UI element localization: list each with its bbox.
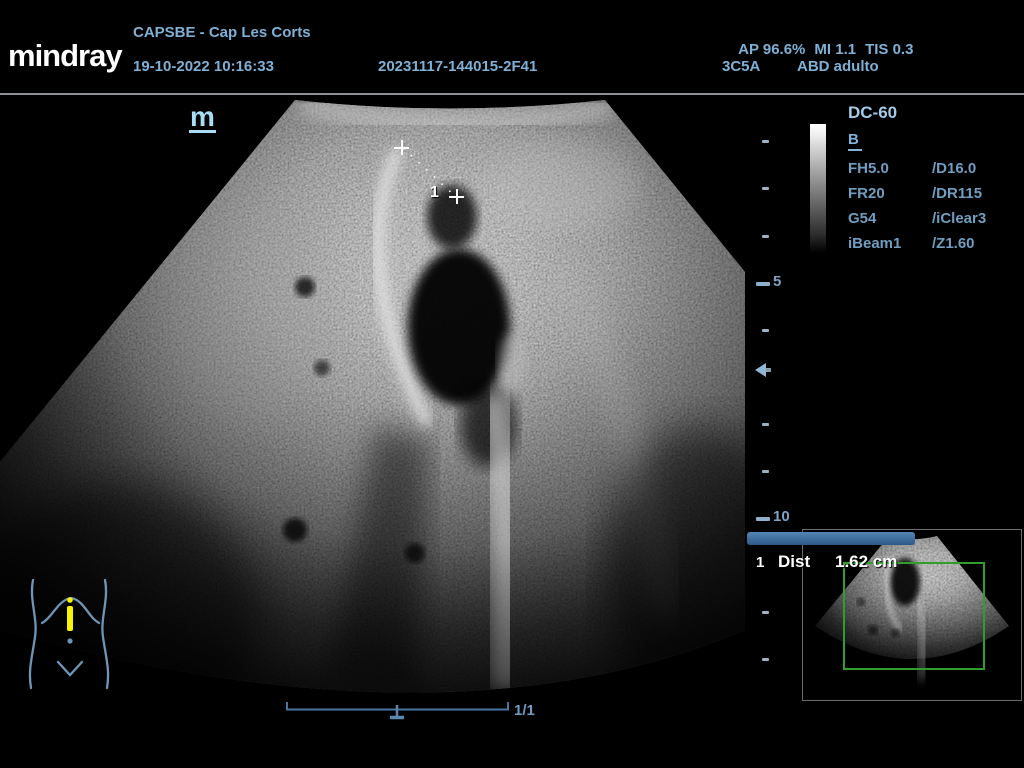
caliper-1-icon[interactable]: [394, 140, 409, 155]
caliper-number-label: 1: [430, 184, 439, 202]
depth-tick: [762, 235, 769, 238]
depth-tick: [762, 187, 769, 190]
param-gain: G54: [848, 206, 932, 231]
depth-tick-major: [756, 282, 770, 286]
thermal-index: TIS 0.3: [865, 41, 913, 58]
body-pubic-v: [58, 662, 82, 675]
body-right-flank: [102, 580, 108, 688]
probe-orientation-marker: [67, 606, 73, 631]
depth-tick: [762, 470, 769, 473]
roi-box: [843, 562, 985, 670]
mindray-logo: mindray: [8, 38, 122, 74]
depth-tick: [762, 329, 769, 332]
acoustic-power: AP 96.6%: [738, 41, 805, 58]
cine-ruler[interactable]: [284, 698, 524, 724]
focus-position-icon[interactable]: [755, 363, 766, 377]
ultrasound-screen: mindray CAPSBE - Cap Les Corts 19-10-202…: [0, 0, 1024, 768]
mode-tab-b[interactable]: B: [848, 131, 862, 151]
param-dynamic-range: /DR115: [932, 181, 982, 206]
param-frequency: FH5.0: [848, 156, 932, 181]
mechanical-index: MI 1.1: [814, 41, 856, 58]
param-row: iBeam1 /Z1.60: [848, 231, 1020, 256]
param-row: FH5.0 /D16.0: [848, 156, 1020, 181]
measurement-index: 1: [756, 554, 764, 571]
param-ibeam: iBeam1: [848, 231, 932, 256]
depth-tick: [762, 140, 769, 143]
exam-datetime: 19-10-2022 10:16:33: [133, 58, 274, 75]
exam-id: 20231117-144015-2F41: [378, 58, 537, 75]
param-zoom: /Z1.60: [932, 231, 975, 256]
param-row: G54 /iClear3: [848, 206, 1020, 231]
depth-tick: [762, 611, 769, 614]
measurement-label: Dist: [778, 552, 810, 572]
depth-label-5: 5: [773, 273, 781, 290]
body-marker-abdomen[interactable]: [18, 570, 118, 695]
page-indicator: 1/1: [514, 702, 535, 719]
depth-label-10: 10: [773, 508, 790, 525]
caliper-2-icon[interactable]: [449, 189, 464, 204]
depth-tick: [762, 423, 769, 426]
imaging-parameters: FH5.0 /D16.0 FR20 /DR115 G54 /iClear3 iB…: [848, 156, 1020, 256]
system-model-label: DC-60: [848, 103, 897, 123]
measure-result-bar: [747, 532, 915, 545]
param-row: FR20 /DR115: [848, 181, 1020, 206]
param-depth: /D16.0: [932, 156, 976, 181]
depth-scale: 5 10: [752, 95, 798, 705]
site-name: CAPSBE - Cap Les Corts: [133, 24, 311, 41]
grayscale-bar: [810, 124, 826, 253]
measurement-value: 1.62 cm: [835, 552, 897, 572]
param-framerate: FR20: [848, 181, 932, 206]
body-navel-dot: [67, 638, 72, 643]
transducer-name: 3C5A: [722, 58, 760, 75]
param-iclear: /iClear3: [932, 206, 986, 231]
cine-position-marker[interactable]: [390, 705, 404, 718]
exam-preset: ABD adulto: [797, 58, 879, 75]
probe-marker-dot: [67, 597, 73, 603]
depth-tick: [762, 658, 769, 661]
depth-tick-major: [756, 517, 770, 521]
body-left-flank: [30, 580, 36, 688]
